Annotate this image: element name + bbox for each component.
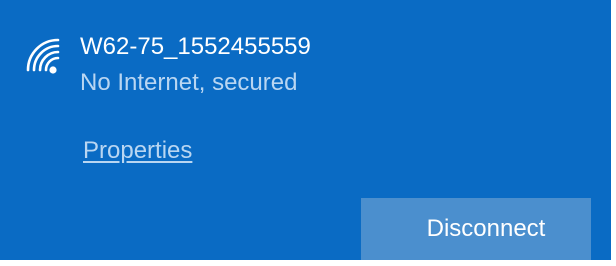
properties-link[interactable]: Properties — [83, 136, 192, 166]
wifi-icon — [20, 36, 62, 78]
network-status: No Internet, secured — [80, 69, 298, 96]
wifi-network-panel: W62-75_1552455559 No Internet, secured P… — [0, 0, 611, 260]
disconnect-button[interactable]: Disconnect — [361, 198, 591, 260]
network-name: W62-75_1552455559 — [80, 33, 311, 60]
